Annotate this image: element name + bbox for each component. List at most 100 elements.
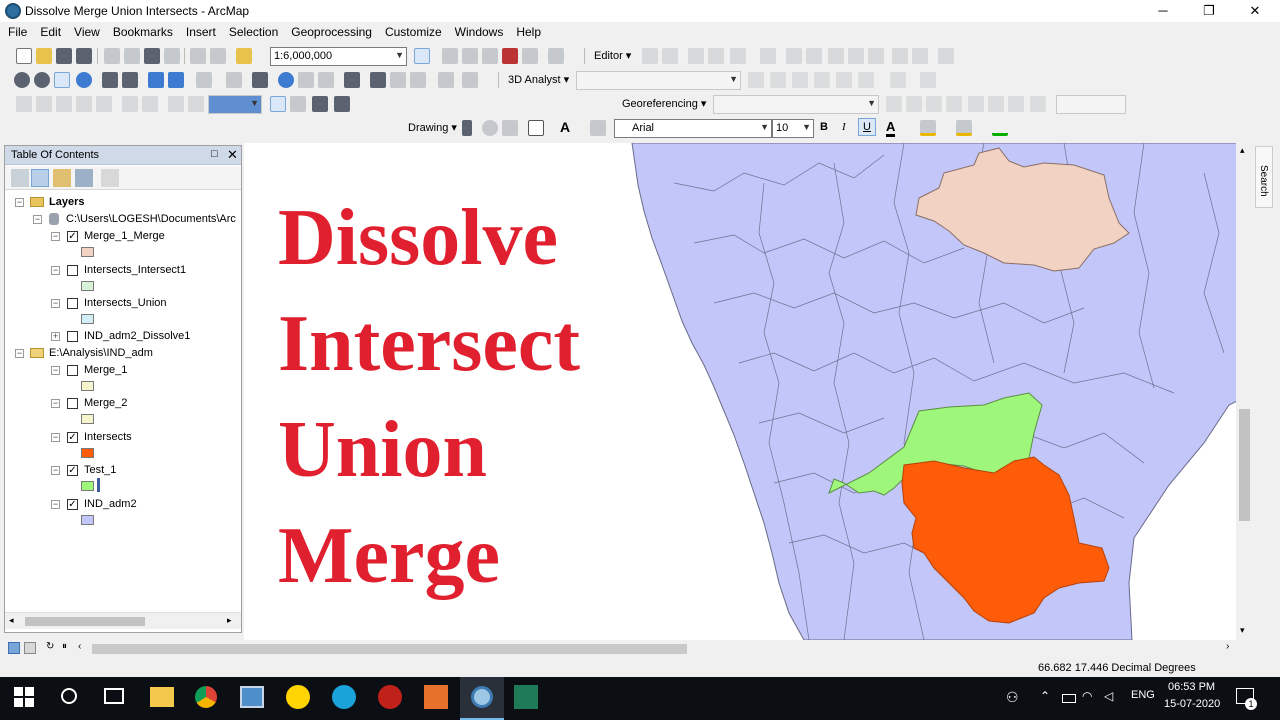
- toc-layer-merge-1[interactable]: − Merge_1: [5, 363, 241, 379]
- toc-layer-intersects-intersect1[interactable]: − Intersects_Intersect1: [5, 263, 241, 279]
- focus-data-frame-icon[interactable]: [290, 96, 306, 112]
- search-icon[interactable]: [61, 688, 77, 704]
- underline-button[interactable]: U: [858, 118, 876, 136]
- italic-button[interactable]: I: [842, 121, 846, 133]
- list-by-selection-icon[interactable]: [75, 169, 93, 187]
- georeferencing-layer-combo[interactable]: ▼: [713, 95, 879, 114]
- toc-layer-test-1[interactable]: − ✓ Test_1: [5, 463, 241, 479]
- select-features-icon[interactable]: [196, 72, 212, 88]
- layer-visibility-checkbox[interactable]: [67, 365, 78, 376]
- list-by-visibility-icon[interactable]: [53, 169, 71, 187]
- scroll-right-icon[interactable]: ▸: [227, 615, 232, 626]
- menu-file[interactable]: File: [0, 22, 32, 39]
- menu-help[interactable]: Help: [508, 22, 546, 39]
- search-side-tab[interactable]: Search: [1255, 146, 1273, 208]
- image-viewer-icon[interactable]: [240, 686, 264, 708]
- edit-vertices-icon[interactable]: [590, 120, 606, 136]
- toc-layer-intersects[interactable]: − ✓ Intersects: [5, 430, 241, 446]
- drawing-menu[interactable]: Drawing ▾: [408, 121, 457, 134]
- maximize-button[interactable]: ❐: [1186, 0, 1232, 22]
- hyperlink-icon[interactable]: [298, 72, 314, 88]
- pdf-reader-icon[interactable]: [378, 685, 402, 709]
- text-tool-icon[interactable]: A: [560, 119, 570, 135]
- toc-close-button[interactable]: ✕: [227, 147, 238, 163]
- scroll-up-icon[interactable]: ▴: [1240, 145, 1245, 156]
- editor-toolbar-icon[interactable]: [414, 48, 430, 64]
- editor-menu[interactable]: Editor ▾: [594, 49, 631, 62]
- layout-view-icon[interactable]: [24, 642, 36, 654]
- pycharm-icon[interactable]: [514, 685, 538, 709]
- go-to-xy-icon[interactable]: [410, 72, 426, 88]
- toc-layer-ind-adm2-dissolve1[interactable]: + IND_adm2_Dissolve1: [5, 329, 241, 345]
- collapse-icon[interactable]: −: [51, 399, 60, 408]
- find-icon[interactable]: [370, 72, 386, 88]
- menu-insert[interactable]: Insert: [178, 22, 221, 39]
- view-scroll-thumb[interactable]: [92, 644, 687, 654]
- fill-color-icon[interactable]: [920, 120, 936, 136]
- menu-windows[interactable]: Windows: [447, 22, 509, 39]
- collapse-icon[interactable]: −: [51, 500, 60, 509]
- layer-visibility-checkbox[interactable]: ✓: [67, 231, 78, 242]
- task-view-icon[interactable]: [104, 688, 124, 704]
- find-route-icon[interactable]: [390, 72, 406, 88]
- clock-time[interactable]: 06:53 PM: [1168, 681, 1215, 693]
- open-folder-icon[interactable]: [36, 48, 52, 64]
- marker-color-icon[interactable]: [992, 120, 1008, 136]
- scroll-left-icon[interactable]: ‹: [78, 641, 81, 652]
- pan-icon[interactable]: [54, 72, 70, 88]
- 3d-analyst-menu[interactable]: 3D Analyst ▾: [508, 73, 569, 86]
- refresh-icon[interactable]: ↻: [46, 641, 54, 652]
- collapse-icon[interactable]: −: [51, 299, 60, 308]
- clear-selection-icon[interactable]: [226, 72, 242, 88]
- layer-visibility-checkbox[interactable]: [67, 265, 78, 276]
- clock-date[interactable]: 15-07-2020: [1164, 698, 1220, 710]
- print-icon[interactable]: [76, 48, 92, 64]
- select-arrow-icon[interactable]: [462, 120, 472, 136]
- menu-bookmarks[interactable]: Bookmarks: [105, 22, 178, 39]
- collapse-icon[interactable]: −: [51, 232, 60, 241]
- collapse-icon[interactable]: −: [33, 215, 42, 224]
- zoom-in-icon[interactable]: [14, 72, 30, 88]
- zoom-to-selected-icon[interactable]: [502, 120, 518, 136]
- fixed-zoom-out-icon[interactable]: [122, 72, 138, 88]
- toc-group-documents[interactable]: − C:\Users\LOGESH\Documents\Arc: [5, 212, 241, 228]
- collapse-icon[interactable]: −: [51, 433, 60, 442]
- model-builder-icon[interactable]: [548, 48, 564, 64]
- chrome-icon[interactable]: [195, 686, 217, 708]
- measure-icon[interactable]: [344, 72, 360, 88]
- arctoolbox-icon[interactable]: [482, 48, 498, 64]
- menu-selection[interactable]: Selection: [221, 22, 283, 39]
- viewer-window-icon[interactable]: [462, 72, 478, 88]
- map-vertical-scrollbar[interactable]: ▴ ▾: [1236, 143, 1253, 640]
- windows-start-icon[interactable]: [14, 687, 34, 707]
- html-popup-icon[interactable]: [318, 72, 334, 88]
- full-extent-icon[interactable]: [76, 72, 92, 88]
- list-by-drawing-order-icon[interactable]: [11, 169, 29, 187]
- font-size-combo[interactable]: 10 ▼: [772, 119, 814, 138]
- new-document-icon[interactable]: [16, 48, 32, 64]
- rectangle-icon[interactable]: [528, 120, 544, 136]
- collapse-icon[interactable]: −: [51, 366, 60, 375]
- pause-drawing-icon[interactable]: ⏸: [62, 641, 67, 652]
- collapse-icon[interactable]: −: [15, 349, 24, 358]
- scroll-down-icon[interactable]: ▾: [1240, 625, 1245, 636]
- layer-visibility-checkbox[interactable]: ✓: [67, 499, 78, 510]
- toc-horizontal-scrollbar[interactable]: ◂ ▸: [5, 612, 241, 629]
- paste-icon[interactable]: [144, 48, 160, 64]
- map-scroll-thumb[interactable]: [1239, 409, 1250, 521]
- toc-layer-ind-adm2[interactable]: − ✓ IND_adm2: [5, 497, 241, 513]
- undo-icon[interactable]: [190, 48, 206, 64]
- 3d-layer-combo[interactable]: ▼: [576, 71, 741, 90]
- time-slider-icon[interactable]: [438, 72, 454, 88]
- line-color-icon[interactable]: [956, 120, 972, 136]
- toc-options-icon[interactable]: [101, 169, 119, 187]
- add-data-icon[interactable]: [236, 48, 252, 64]
- volume-icon[interactable]: ◁: [1104, 689, 1113, 703]
- save-icon[interactable]: [56, 48, 72, 64]
- redo-icon[interactable]: [210, 48, 226, 64]
- identify-icon[interactable]: [278, 72, 294, 88]
- python-window-icon[interactable]: [522, 48, 538, 64]
- toggle-draft-mode-icon[interactable]: [270, 96, 286, 112]
- toc-group-analysis[interactable]: − E:\Analysis\IND_adm: [5, 346, 241, 362]
- layer-visibility-checkbox[interactable]: [67, 398, 78, 409]
